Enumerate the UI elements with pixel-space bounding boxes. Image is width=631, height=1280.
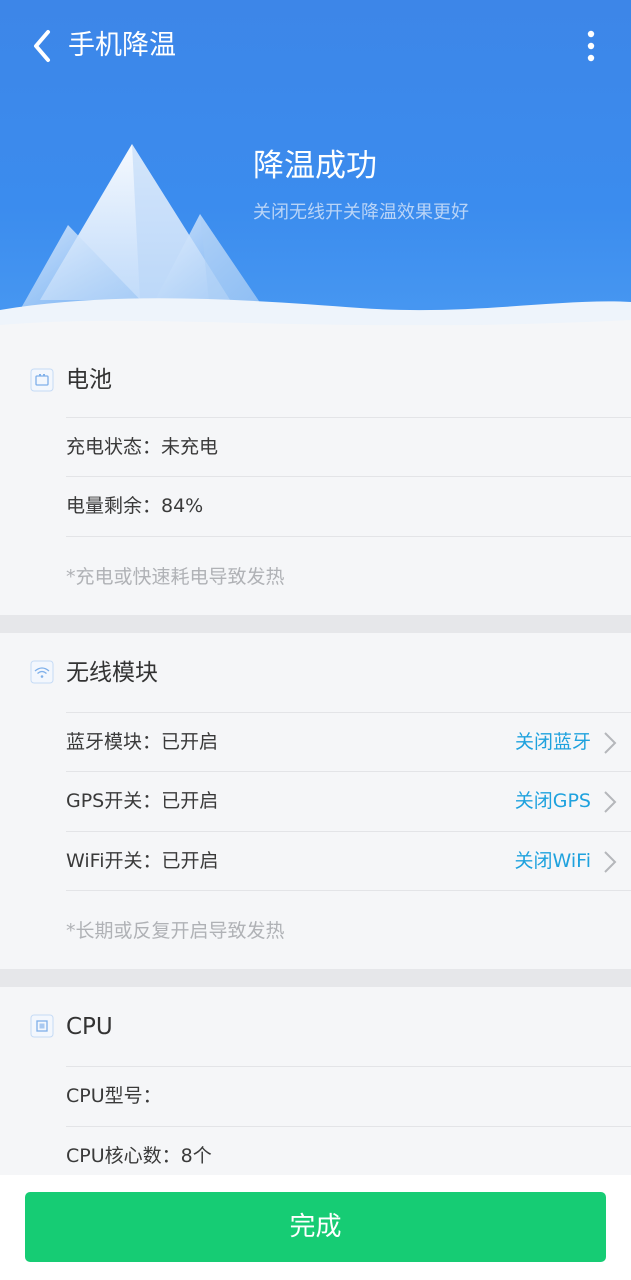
cpu-section: CPU CPU型号： CPU核心数：8个 xyxy=(0,987,631,1175)
battery-level-row: 电量剩余：84% xyxy=(66,476,631,536)
wifi-row: WiFi开关：已开启 关闭WiFi xyxy=(66,831,631,891)
cpu-section-header: CPU xyxy=(0,987,631,1066)
cpu-cores-text: CPU核心数：8个 xyxy=(66,1145,212,1167)
cpu-section-title: CPU xyxy=(66,1014,113,1040)
charging-status-row: 充电状态：未充电 xyxy=(66,417,631,477)
cooling-status-title: 降温成功 xyxy=(253,148,377,184)
battery-section-header: 电池 xyxy=(0,345,631,417)
gps-row: GPS开关：已开启 关闭GPS xyxy=(66,771,631,831)
page-title: 手机降温 xyxy=(68,30,176,61)
close-gps-link[interactable]: 关闭GPS xyxy=(515,786,591,816)
cooling-tip-subtitle: 关闭无线开关降温效果更好 xyxy=(253,202,469,223)
cpu-model-row: CPU型号： xyxy=(66,1066,631,1126)
cpu-model-text: CPU型号： xyxy=(66,1085,162,1107)
gps-status-text: GPS开关：已开启 xyxy=(66,790,219,812)
battery-icon xyxy=(30,368,54,392)
wireless-note: *长期或反复开启导致发热 xyxy=(66,890,631,971)
chevron-right-icon[interactable] xyxy=(603,731,617,755)
wireless-section: 无线模块 蓝牙模块：已开启 关闭蓝牙 GPS开关：已开启 关闭GPS WiFi开… xyxy=(0,633,631,969)
cpu-chip-icon xyxy=(30,1014,54,1038)
bluetooth-row: 蓝牙模块：已开启 关闭蓝牙 xyxy=(66,712,631,772)
chevron-right-icon[interactable] xyxy=(603,790,617,814)
battery-section: 电池 充电状态：未充电 电量剩余：84% *充电或快速耗电导致发热 xyxy=(0,345,631,615)
close-wifi-link[interactable]: 关闭WiFi xyxy=(515,846,591,876)
header-hero: 手机降温 降温成功 关闭无线开关降温效果更好 xyxy=(0,0,631,345)
back-arrow-icon[interactable] xyxy=(28,26,62,66)
wireless-section-header: 无线模块 xyxy=(0,633,631,712)
bluetooth-status-text: 蓝牙模块：已开启 xyxy=(66,731,219,753)
close-bluetooth-link[interactable]: 关闭蓝牙 xyxy=(515,727,591,757)
more-options-icon[interactable] xyxy=(578,28,604,64)
wireless-section-title: 无线模块 xyxy=(66,660,158,686)
top-nav-bar: 手机降温 xyxy=(0,0,631,92)
battery-note-text: *充电或快速耗电导致发热 xyxy=(66,566,285,588)
footer-bar: 完成 xyxy=(0,1175,631,1280)
done-button[interactable]: 完成 xyxy=(25,1192,606,1262)
wifi-icon xyxy=(30,660,54,684)
charging-status-text: 充电状态：未充电 xyxy=(66,436,219,458)
wireless-note-text: *长期或反复开启导致发热 xyxy=(66,920,285,942)
chevron-right-icon[interactable] xyxy=(603,850,617,874)
wifi-status-text: WiFi开关：已开启 xyxy=(66,850,219,872)
battery-level-text: 电量剩余：84% xyxy=(66,495,204,517)
battery-note: *充电或快速耗电导致发热 xyxy=(66,536,631,617)
battery-section-title: 电池 xyxy=(66,367,112,393)
